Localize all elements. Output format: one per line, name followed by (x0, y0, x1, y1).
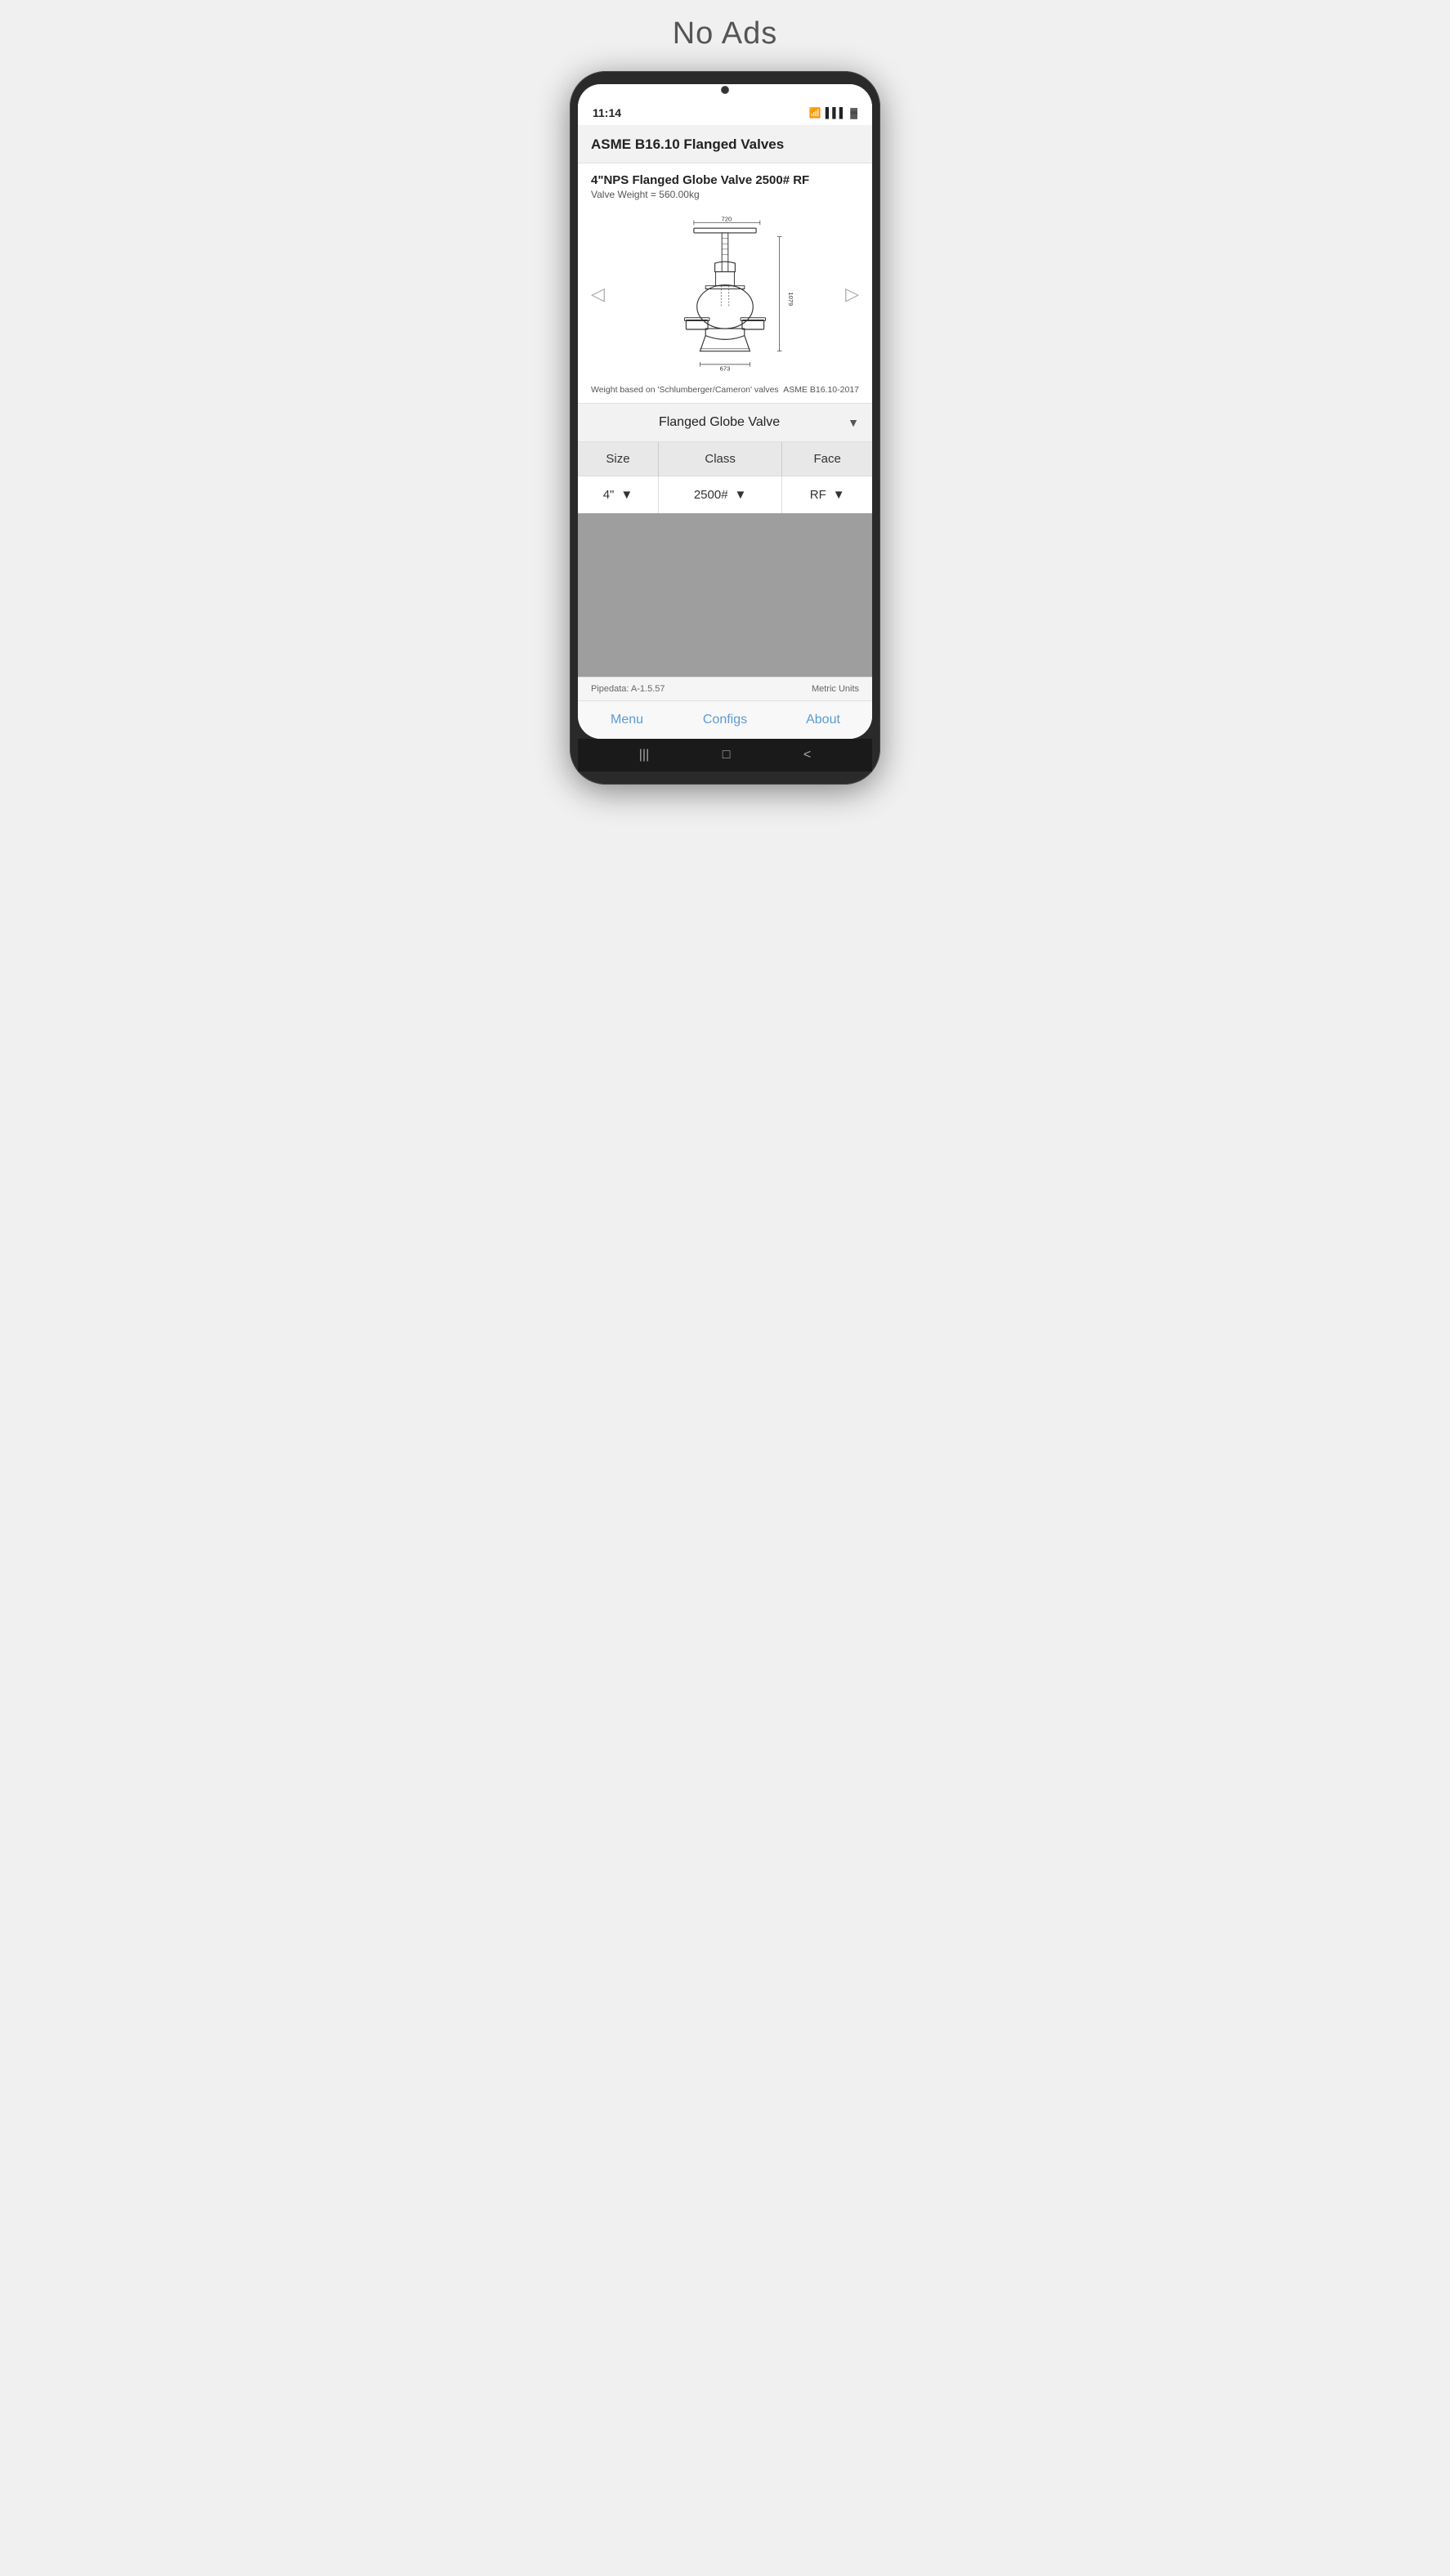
valve-weight: Valve Weight = 560.00kg (591, 189, 859, 200)
phone-screen: 11:14 📶 ▌▌▌ ▓ ASME B16.10 Flanged Valves… (578, 84, 872, 739)
bottom-nav: Menu Configs About (578, 700, 872, 739)
version-label: Pipedata: A-1.5.57 (591, 684, 665, 694)
class-header: Class (658, 442, 781, 476)
valve-diagram: 720 1079 (635, 215, 815, 378)
battery-icon: ▓ (850, 107, 857, 119)
units-label: Metric Units (812, 684, 859, 694)
class-dropdown-arrow: ▼ (735, 488, 747, 502)
nav-configs-button[interactable]: Configs (676, 713, 774, 727)
footer-bar: Pipedata: A-1.5.57 Metric Units (578, 677, 872, 700)
status-bar: 11:14 📶 ▌▌▌ ▓ (578, 96, 872, 125)
phone-frame: 11:14 📶 ▌▌▌ ▓ ASME B16.10 Flanged Valves… (570, 71, 880, 785)
table-value-row: 4" ▼ 2500# ▼ RF ▼ (578, 476, 872, 514)
back-button[interactable]: < (803, 748, 811, 763)
face-cell[interactable]: RF ▼ (782, 476, 872, 514)
nav-menu-button[interactable]: Menu (578, 713, 676, 727)
size-dropdown-arrow: ▼ (620, 488, 633, 502)
svg-text:720: 720 (722, 216, 732, 223)
table-header-row: Size Class Face (578, 442, 872, 476)
wifi-icon: 📶 (809, 107, 821, 119)
valve-type-dropdown[interactable]: Flanged Globe Valve ▼ (578, 404, 872, 442)
size-header: Size (578, 442, 658, 476)
size-value: 4" (603, 488, 615, 502)
svg-text:1079: 1079 (787, 292, 794, 306)
home-button[interactable]: □ (723, 748, 731, 763)
camera-area (578, 84, 872, 96)
class-cell[interactable]: 2500# ▼ (658, 476, 781, 514)
no-ads-heading: No Ads (673, 16, 778, 51)
size-cell[interactable]: 4" ▼ (578, 476, 658, 514)
class-value: 2500# (694, 488, 728, 502)
valve-name: 4"NPS Flanged Globe Valve 2500# RF (591, 173, 859, 187)
svg-text:673: 673 (720, 364, 731, 372)
phone-system-bar: ||| □ < (578, 739, 872, 771)
camera-dot (721, 86, 729, 94)
diagram-container: ◁ 720 1079 (578, 207, 872, 382)
app-header: ASME B16.10 Flanged Valves (578, 125, 872, 163)
gray-content-area (578, 513, 872, 677)
app-title: ASME B16.10 Flanged Valves (591, 136, 784, 152)
diagram-prev-button[interactable]: ◁ (583, 275, 613, 313)
diagram-source-label: Weight based on 'Schlumberger/Cameron' v… (591, 385, 779, 395)
status-time: 11:14 (593, 106, 621, 119)
valve-info: 4"NPS Flanged Globe Valve 2500# RF Valve… (578, 163, 872, 207)
selection-table: Size Class Face 4" ▼ 2500# ▼ (578, 442, 872, 513)
signal-icon: ▌▌▌ (826, 107, 847, 119)
recents-button[interactable]: ||| (639, 748, 649, 763)
status-icons: 📶 ▌▌▌ ▓ (809, 107, 857, 119)
face-dropdown-arrow: ▼ (833, 488, 845, 502)
nav-about-button[interactable]: About (774, 713, 872, 727)
diagram-footer: Weight based on 'Schlumberger/Cameron' v… (578, 382, 872, 404)
diagram-standard-label: ASME B16.10-2017 (783, 385, 859, 395)
diagram-next-button[interactable]: ▷ (837, 275, 867, 313)
face-header: Face (782, 442, 872, 476)
face-value: RF (810, 488, 826, 502)
valve-type-label: Flanged Globe Valve (591, 415, 848, 430)
valve-type-dropdown-arrow: ▼ (848, 416, 859, 429)
